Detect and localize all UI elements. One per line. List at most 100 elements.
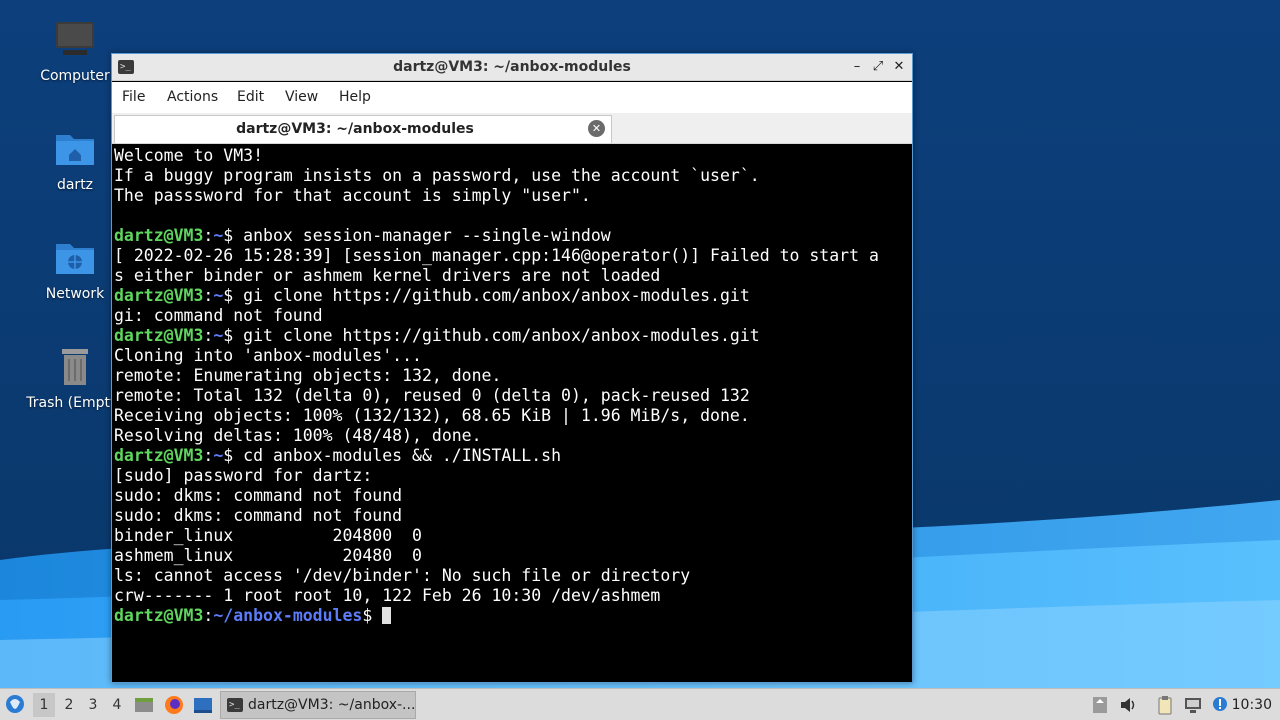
firefox-icon[interactable] <box>164 695 184 715</box>
terminal-cursor <box>382 607 392 624</box>
output-text: [ 2022-02-26 15:28:39] [session_manager.… <box>114 246 879 265</box>
terminal-prompt-line: dartz@VM3:~$ gi clone https://github.com… <box>114 286 910 306</box>
menu-help[interactable]: Help <box>339 89 371 105</box>
terminal-output-line: [ 2022-02-26 15:28:39] [session_manager.… <box>114 246 910 266</box>
terminal-output-line: ls: cannot access '/dev/binder': No such… <box>114 566 910 586</box>
terminal-output-line: remote: Enumerating objects: 132, done. <box>114 366 910 386</box>
clock: 10:30 <box>1231 697 1272 713</box>
prompt-symbol: $ <box>223 286 234 305</box>
workspace-3[interactable]: 3 <box>86 697 100 713</box>
terminal-output-line: Cloning into 'anbox-modules'... <box>114 346 910 366</box>
trash-icon <box>53 345 97 389</box>
command-text: anbox session-manager --single-window <box>233 226 611 245</box>
task-button-terminal[interactable]: >_ dartz@VM3: ~/anbox-... <box>220 691 416 719</box>
menu-view[interactable]: View <box>285 89 318 105</box>
task-button-label: dartz@VM3: ~/anbox-... <box>248 697 416 713</box>
output-text: remote: Enumerating objects: 132, done. <box>114 366 502 385</box>
prompt-symbol: $ <box>362 606 373 625</box>
output-text: sudo: dkms: command not found <box>114 486 403 505</box>
prompt-separator: : <box>203 446 214 465</box>
output-text: Welcome to VM3! <box>114 146 264 165</box>
prompt-separator: : <box>203 286 214 305</box>
terminal-output-line: sudo: dkms: command not found <box>114 486 910 506</box>
maximize-button[interactable]: ⤢ <box>869 58 887 76</box>
output-text: The passsword for that account is simply… <box>114 186 591 205</box>
terminal-output-line: [sudo] password for dartz: <box>114 466 910 486</box>
menubar: File Actions Edit View Help <box>112 82 912 113</box>
tab-terminal[interactable]: dartz@VM3: ~/anbox-modules ✕ <box>114 115 612 143</box>
home-folder-icon <box>53 127 97 171</box>
terminal-output-line: remote: Total 132 (delta 0), reused 0 (d… <box>114 386 910 406</box>
workspace-1[interactable]: 1 <box>33 693 55 717</box>
network-folder-icon <box>53 236 97 280</box>
terminal-output-line: gi: command not found <box>114 306 910 326</box>
file-manager-icon[interactable] <box>134 695 154 715</box>
prompt-symbol: $ <box>223 446 234 465</box>
output-text: If a buggy program insists on a password… <box>114 166 760 185</box>
output-text: sudo: dkms: command not found <box>114 506 403 525</box>
prompt-path: ~ <box>213 326 224 345</box>
terminal-output-line: If a buggy program insists on a password… <box>114 166 910 186</box>
volume-icon[interactable] <box>1118 695 1138 715</box>
clipboard-icon[interactable] <box>1155 695 1175 715</box>
menu-edit[interactable]: Edit <box>237 89 264 105</box>
output-text: crw------- 1 root root 10, 122 Feb 26 10… <box>114 586 661 605</box>
tab-label: dartz@VM3: ~/anbox-modules <box>236 121 474 137</box>
menu-file[interactable]: File <box>122 89 145 105</box>
terminal-output-line: Welcome to VM3! <box>114 146 910 166</box>
output-text: Cloning into 'anbox-modules'... <box>114 346 422 365</box>
prompt-path: ~ <box>213 286 224 305</box>
prompt-user: dartz@VM3 <box>114 326 204 345</box>
prompt-user: dartz@VM3 <box>114 286 204 305</box>
output-text: s either binder or ashmem kernel drivers… <box>114 266 661 285</box>
window-title: dartz@VM3: ~/anbox-modules <box>393 59 631 75</box>
prompt-path: ~/anbox-modules <box>213 606 363 625</box>
command-text: git clone https://github.com/anbox/anbox… <box>233 326 760 345</box>
terminal-output-line: sudo: dkms: command not found <box>114 506 910 526</box>
terminal-prompt-line: dartz@VM3:~/anbox-modules$ <box>114 606 910 626</box>
minimize-button[interactable]: – <box>848 58 866 76</box>
window-titlebar[interactable]: >_ dartz@VM3: ~/anbox-modules – ⤢ ✕ <box>112 54 912 81</box>
app-menu-icon[interactable] <box>5 694 25 714</box>
prompt-path: ~ <box>213 446 224 465</box>
output-text: gi: command not found <box>114 306 323 325</box>
command-text: cd anbox-modules && ./INSTALL.sh <box>233 446 562 465</box>
tab-close-icon[interactable]: ✕ <box>588 120 605 137</box>
update-icon[interactable] <box>1210 695 1230 715</box>
menu-actions[interactable]: Actions <box>167 89 218 105</box>
terminal-output-line: crw------- 1 root root 10, 122 Feb 26 10… <box>114 586 910 606</box>
computer-icon <box>53 18 97 62</box>
terminal-output-line: Resolving deltas: 100% (48/48), done. <box>114 426 910 446</box>
output-text: ls: cannot access '/dev/binder': No such… <box>114 566 691 585</box>
desktop-icon[interactable] <box>193 695 213 715</box>
terminal-prompt-line: dartz@VM3:~$ cd anbox-modules && ./INSTA… <box>114 446 910 466</box>
terminal-output-line: s either binder or ashmem kernel drivers… <box>114 266 910 286</box>
terminal-output-line: ashmem_linux 20480 0 <box>114 546 910 566</box>
output-text: Receiving objects: 100% (132/132), 68.65… <box>114 406 750 425</box>
close-button[interactable]: ✕ <box>890 58 908 76</box>
notes-icon[interactable] <box>1090 695 1110 715</box>
prompt-path: ~ <box>213 226 224 245</box>
prompt-separator: : <box>203 606 214 625</box>
workspace-2[interactable]: 2 <box>62 697 76 713</box>
prompt-user: dartz@VM3 <box>114 226 204 245</box>
output-text: remote: Total 132 (delta 0), reused 0 (d… <box>114 386 750 405</box>
output-text: Resolving deltas: 100% (48/48), done. <box>114 426 482 445</box>
output-text: binder_linux 204800 0 <box>114 526 422 545</box>
terminal-window[interactable]: >_ dartz@VM3: ~/anbox-modules – ⤢ ✕ File… <box>111 53 913 683</box>
terminal-output-line: Receiving objects: 100% (132/132), 68.65… <box>114 406 910 426</box>
terminal-output[interactable]: Welcome to VM3! If a buggy program insist… <box>114 146 910 680</box>
prompt-user: dartz@VM3 <box>114 446 204 465</box>
terminal-prompt-line: dartz@VM3:~$ git clone https://github.co… <box>114 326 910 346</box>
prompt-symbol: $ <box>223 226 234 245</box>
terminal-output-line: The passsword for that account is simply… <box>114 186 910 206</box>
prompt-separator: : <box>203 326 214 345</box>
terminal-app-icon: >_ <box>227 698 243 712</box>
terminal-output-line: binder_linux 204800 0 <box>114 526 910 546</box>
output-text: [sudo] password for dartz: <box>114 466 373 485</box>
workspace-4[interactable]: 4 <box>110 697 124 713</box>
network-icon[interactable] <box>1183 695 1203 715</box>
taskbar: 1 2 3 4 >_ dartz@VM3: ~/anbox-... 10:30 <box>0 688 1280 720</box>
output-text: ashmem_linux 20480 0 <box>114 546 422 565</box>
prompt-symbol: $ <box>223 326 234 345</box>
